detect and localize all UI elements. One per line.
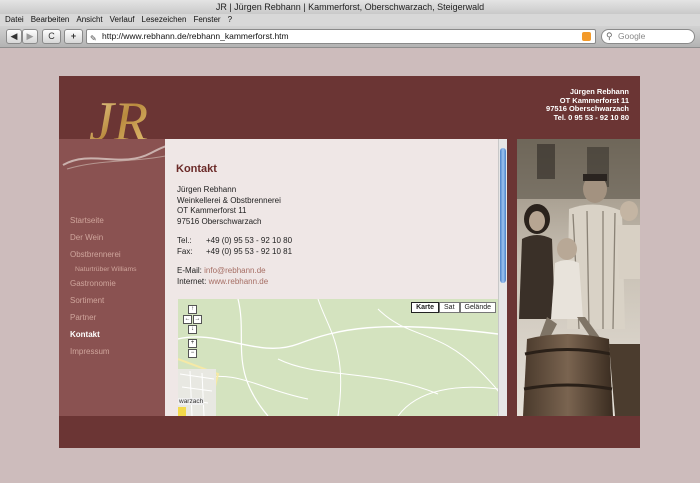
- family-photo: [517, 139, 640, 416]
- reload-icon: C: [48, 31, 55, 41]
- email-link[interactable]: info@rebhann.de: [204, 266, 266, 275]
- web-label: Internet:: [177, 276, 207, 286]
- tel-label: Tel.:: [177, 236, 192, 245]
- tel-value: +49 (0) 95 53 - 92 10 80: [206, 236, 293, 245]
- menu-bearbeiten[interactable]: Bearbeiten: [31, 15, 70, 24]
- map-place-label: warzach: [178, 398, 205, 405]
- add-bookmark-button[interactable]: +: [64, 29, 83, 44]
- nav-gastronomie[interactable]: Gastronomie: [70, 279, 137, 296]
- site-container: Jürgen Rebhann OT Kammerforst 11 97516 O…: [59, 76, 640, 448]
- menu-ansicht[interactable]: Ansicht: [76, 15, 102, 24]
- main-nav: Startseite Der Wein Obstbrennerei Naturt…: [70, 216, 137, 365]
- search-placeholder: Google: [618, 31, 646, 41]
- nav-der-wein[interactable]: Der Wein: [70, 233, 137, 250]
- search-input[interactable]: ⚲ Google: [601, 29, 695, 44]
- reload-button[interactable]: C: [42, 29, 61, 44]
- menu-fenster[interactable]: Fenster: [193, 15, 220, 24]
- map-gelaende-button[interactable]: Gelände: [459, 302, 496, 313]
- nav-startseite[interactable]: Startseite: [70, 216, 137, 233]
- map-roads: [178, 299, 498, 416]
- contact-street: OT Kammerforst 11: [177, 206, 247, 215]
- fax-label: Fax:: [177, 246, 193, 256]
- page-title: Kontakt: [176, 163, 217, 175]
- back-icon: ◀: [10, 31, 18, 41]
- location-map[interactable]: Karte Sat Gelände ↑ ← → ↓ + − warzach: [178, 299, 498, 416]
- map-sat-button[interactable]: Sat: [439, 302, 460, 313]
- contact-name: Jürgen Rebhann: [177, 185, 237, 194]
- search-icon: ⚲: [606, 31, 613, 41]
- map-type-buttons: Karte Sat Gelände: [411, 302, 496, 313]
- web-link[interactable]: www.rebhann.de: [209, 277, 269, 286]
- header-contact-info: Jürgen Rebhann OT Kammerforst 11 97516 O…: [546, 87, 629, 122]
- nav-kontakt[interactable]: Kontakt: [70, 330, 137, 347]
- pan-down-icon[interactable]: ↓: [188, 325, 197, 334]
- sidebar: Startseite Der Wein Obstbrennerei Naturt…: [59, 139, 187, 416]
- menu-lesezeichen[interactable]: Lesezeichen: [142, 15, 187, 24]
- pan-left-icon[interactable]: ←: [183, 315, 192, 324]
- content-scrollbar[interactable]: [498, 139, 507, 416]
- header-phone: Tel. 0 95 53 - 92 10 80: [553, 112, 629, 122]
- window-title: JR | Jürgen Rebhann | Kammerforst, Obers…: [0, 0, 700, 14]
- pan-right-icon[interactable]: →: [193, 315, 202, 324]
- zoom-out-icon[interactable]: −: [188, 349, 197, 358]
- menu-datei[interactable]: Datei: [5, 15, 24, 24]
- forward-button[interactable]: ▶: [22, 29, 38, 44]
- fax-value: +49 (0) 95 53 - 92 10 81: [206, 246, 293, 256]
- contact-company: Weinkellerei & Obstbrennerei: [177, 195, 281, 205]
- favicon-icon: ✎: [90, 34, 97, 43]
- map-karte-button[interactable]: Karte: [411, 302, 440, 313]
- menu-bar: Datei Bearbeiten Ansicht Verlauf Lesezeichen…: [0, 14, 700, 26]
- nav-naturtrueber-williams[interactable]: Naturtrüber Williams: [70, 265, 137, 279]
- menu-verlauf[interactable]: Verlauf: [110, 15, 135, 24]
- contact-details: Jürgen Rebhann Weinkellerei & Obstbrenne…: [177, 185, 292, 287]
- pan-up-icon[interactable]: ↑: [188, 305, 197, 314]
- rss-icon[interactable]: [582, 32, 591, 41]
- zoom-in-icon[interactable]: +: [188, 339, 197, 348]
- plus-icon: +: [70, 31, 77, 41]
- email-label: E-Mail:: [177, 266, 202, 275]
- scroll-thumb[interactable]: [500, 148, 506, 283]
- toolbar: ◀ ▶ C + ✎ http://www.rebhann.de/rebhann_…: [0, 26, 700, 48]
- nav-sortiment[interactable]: Sortiment: [70, 296, 137, 313]
- forward-icon: ▶: [26, 31, 34, 41]
- menu-help[interactable]: ?: [228, 15, 232, 24]
- contact-city: 97516 Oberschwarzach: [177, 216, 262, 226]
- footer-bar: [59, 416, 640, 448]
- address-bar[interactable]: ✎ http://www.rebhann.de/rebhann_kammerfo…: [86, 29, 596, 44]
- url-text: http://www.rebhann.de/rebhann_kammerfors…: [102, 31, 289, 41]
- nav-impressum[interactable]: Impressum: [70, 347, 137, 364]
- back-button[interactable]: ◀: [6, 29, 22, 44]
- nav-partner[interactable]: Partner: [70, 313, 137, 330]
- content-area: Kontakt Jürgen Rebhann Weinkellerei & Ob…: [165, 139, 507, 416]
